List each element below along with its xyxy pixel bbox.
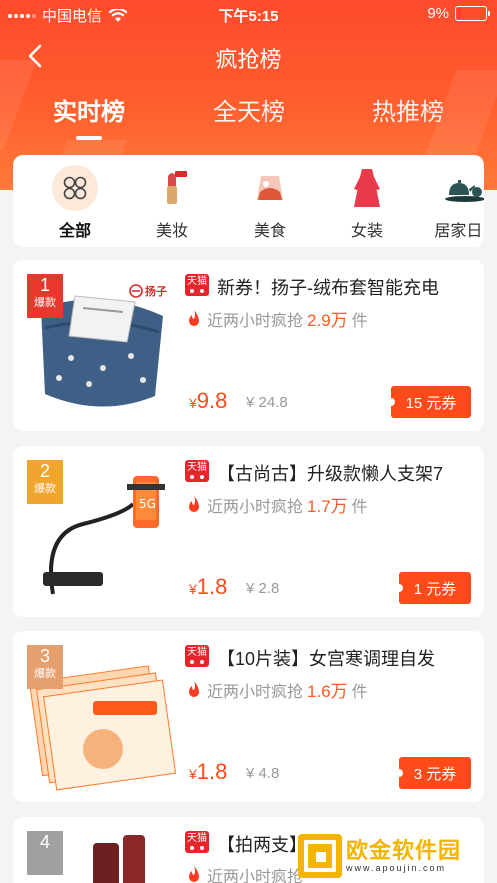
- fire-icon: [189, 495, 199, 512]
- teapot-icon: [442, 165, 484, 211]
- watermark-url: www.apoujin.com: [346, 863, 447, 873]
- original-price: ¥ 24.8: [246, 394, 288, 411]
- sales-info: 近两小时疯抢 2.9万 件: [185, 306, 368, 331]
- brand-mark-icon: [129, 284, 143, 298]
- sales-info: 近两小时疯抢 1.7万 件: [185, 492, 368, 517]
- svg-text:5G: 5G: [139, 497, 156, 511]
- rank-badge: 4: [27, 831, 63, 875]
- product-title: 【10片装】女宫寒调理自发: [217, 649, 436, 669]
- price: ¥1.8: [189, 759, 228, 784]
- status-bar: 中国电信 下午5:15 9%: [0, 0, 497, 28]
- sales-count: 1.7万: [307, 497, 348, 516]
- product-card[interactable]: 5G 2 爆款 天猫 【古尚古】升级款懒人支架7 近两小时疯抢 1.7万 件 ¥…: [13, 446, 484, 617]
- watermark-logo-icon: [298, 834, 342, 878]
- dress-icon: [344, 165, 390, 211]
- page-title: 疯抢榜: [215, 47, 282, 72]
- price: ¥9.8: [189, 388, 228, 413]
- brand-logo: 扬子: [129, 282, 181, 300]
- product-card[interactable]: 扬子 1 爆款 天猫 新券！扬子-绒布套智能充电 近两小时疯抢 2.9万 件 ¥…: [13, 260, 484, 431]
- sales-count: 2.9万: [307, 311, 348, 330]
- tmall-badge: 天猫: [185, 274, 209, 296]
- lipstick-icon: [149, 165, 195, 211]
- tab-hot-recommend[interactable]: 热推榜: [348, 92, 468, 127]
- category-label: 居家日...: [434, 223, 484, 240]
- original-price: ¥ 2.8: [246, 580, 280, 597]
- watermark-name: 欧金软件园: [346, 838, 462, 863]
- active-tab-indicator: [76, 136, 102, 140]
- rank-badge: 1 爆款: [27, 274, 63, 318]
- fire-icon: [189, 309, 199, 326]
- category-label: 美妆: [155, 223, 188, 240]
- tmall-badge: 天猫: [185, 645, 209, 667]
- product-title: 新券！扬子-绒布套智能充电: [217, 278, 439, 298]
- product-card[interactable]: 3 爆款 天猫 【10片装】女宫寒调理自发 近两小时疯抢 1.6万 件 ¥1.8…: [13, 631, 484, 802]
- sales-info: 近两小时疯抢: [185, 863, 303, 883]
- grid-icon: [52, 165, 98, 211]
- ranking-tabs: 实时榜 全天榜 热推榜: [0, 92, 497, 140]
- food-icon: [247, 165, 293, 211]
- category-label: 女装: [350, 223, 383, 240]
- tmall-badge: 天猫: [185, 831, 209, 853]
- category-home[interactable]: 居家日...: [429, 165, 484, 241]
- price: ¥1.8: [189, 574, 228, 599]
- sales-count: 1.6万: [307, 682, 348, 701]
- rank-badge: 3 爆款: [27, 645, 63, 689]
- coupon-button[interactable]: 1 元券: [395, 572, 471, 604]
- category-beauty[interactable]: 美妆: [136, 165, 208, 241]
- battery-icon: [455, 6, 490, 21]
- tmall-badge: 天猫: [185, 460, 209, 482]
- fire-icon: [189, 680, 199, 697]
- tab-all-day[interactable]: 全天榜: [189, 92, 309, 127]
- tab-realtime[interactable]: 实时榜: [29, 92, 149, 127]
- fire-icon: [189, 866, 199, 882]
- nav-bar: 疯抢榜: [0, 36, 497, 76]
- battery-percent: 9%: [427, 5, 449, 22]
- coupon-button[interactable]: 15 元券: [387, 386, 471, 418]
- category-label: 美食: [253, 223, 286, 240]
- clock: 下午5:15: [218, 8, 279, 25]
- category-bar: 全部 美妆 美食 女装 居家日...: [13, 155, 484, 247]
- watermark: 欧金软件园 www.apoujin.com: [298, 832, 493, 880]
- category-food[interactable]: 美食: [234, 165, 306, 241]
- category-label: 全部: [58, 223, 91, 240]
- sales-info: 近两小时疯抢 1.6万 件: [185, 677, 368, 702]
- category-womens-clothing[interactable]: 女装: [331, 165, 403, 241]
- coupon-button[interactable]: 3 元券: [395, 757, 471, 789]
- rank-badge: 2 爆款: [27, 460, 63, 504]
- category-all[interactable]: 全部: [39, 165, 111, 241]
- product-title: 【古尚古】升级款懒人支架7: [217, 464, 444, 484]
- original-price: ¥ 4.8: [246, 765, 280, 782]
